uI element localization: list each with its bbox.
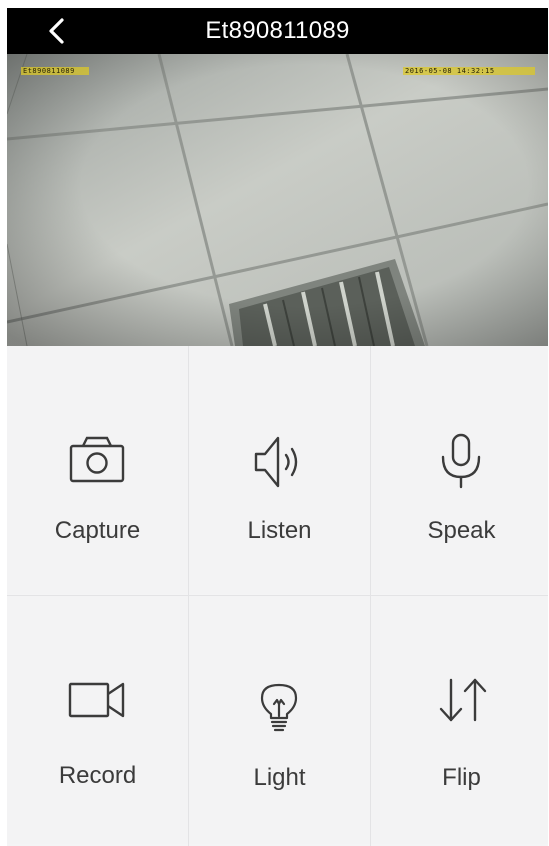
page-title: Et890811089 (205, 17, 350, 44)
flip-arrows-icon (439, 678, 487, 722)
speak-label: Speak (427, 517, 496, 544)
camera-screen: Et890811089 Et890811089 2016-05-08 14:32… (7, 8, 548, 846)
record-button[interactable]: Record (7, 596, 188, 844)
record-label: Record (58, 762, 137, 789)
lightbulb-icon (260, 683, 298, 732)
video-camera-icon (68, 682, 125, 718)
grid-divider (188, 346, 189, 846)
speaker-icon (254, 436, 298, 488)
flip-button[interactable]: Flip (371, 596, 548, 844)
capture-label: Capture (54, 517, 141, 544)
camera-live-view[interactable]: Et890811089 2016-05-08 14:32:15 (7, 54, 548, 346)
microphone-icon (441, 433, 481, 489)
ceiling-video-frame (7, 54, 548, 346)
back-button[interactable] (43, 17, 71, 45)
chevron-left-icon (49, 18, 64, 44)
device-id-overlay: Et890811089 (21, 67, 89, 75)
light-label: Light (253, 764, 306, 791)
flip-label: Flip (442, 764, 481, 791)
timestamp-overlay: 2016-05-08 14:32:15 (403, 67, 535, 75)
grid-divider (7, 595, 548, 596)
camera-icon (69, 436, 125, 483)
light-button[interactable]: Light (189, 596, 370, 844)
capture-button[interactable]: Capture (7, 346, 188, 594)
listen-button[interactable]: Listen (189, 346, 370, 594)
speak-button[interactable]: Speak (371, 346, 548, 594)
listen-label: Listen (247, 517, 312, 544)
grid-divider (370, 346, 371, 846)
header-bar: Et890811089 (7, 8, 548, 54)
control-grid: Capture Listen Speak Record Light Flip (7, 346, 548, 846)
